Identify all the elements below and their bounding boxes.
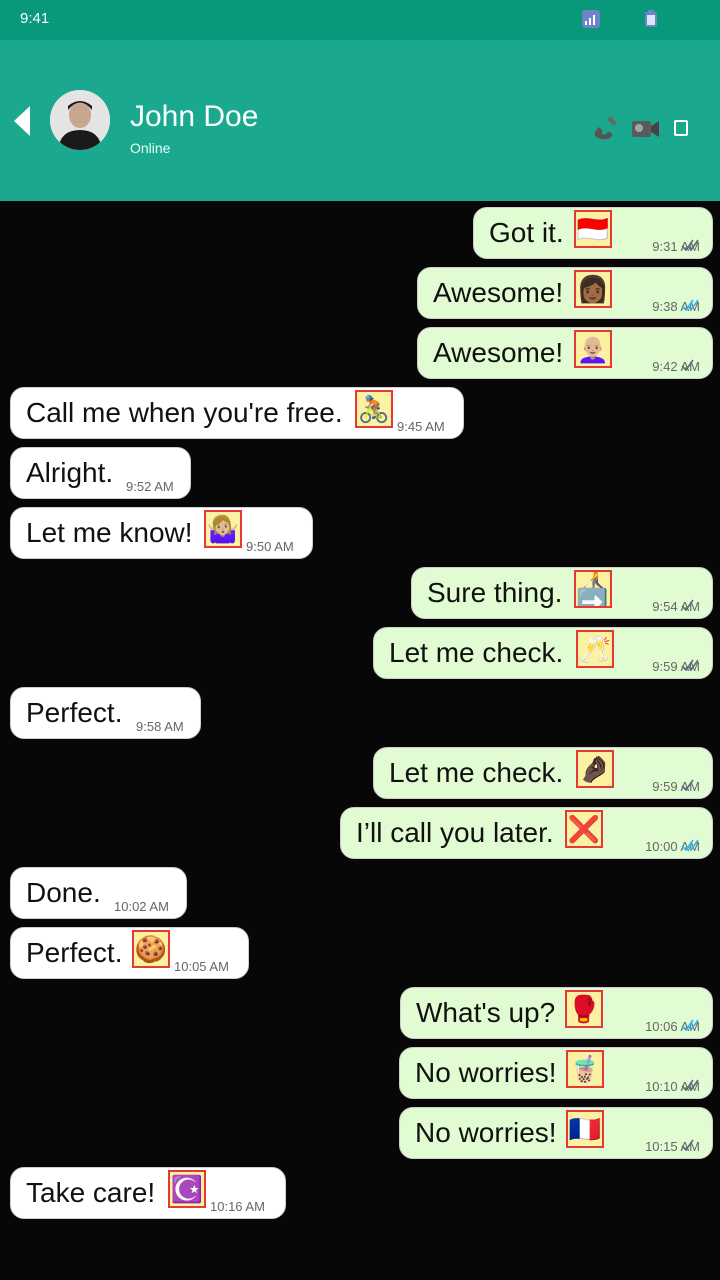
single-tick-icon	[681, 779, 694, 792]
message-text: Got it.	[489, 217, 564, 248]
read-ticks-icon	[681, 839, 699, 852]
incoming-message[interactable]: Take care! ☪️ 10:16 AM	[10, 1167, 286, 1219]
emoji-sticker[interactable]: 🍪	[132, 930, 170, 968]
incoming-message[interactable]: Perfect. 🍪 10:05 AM	[10, 927, 249, 979]
outgoing-message[interactable]: Sure thing. 🧑‍🦯➡️ 9:54 AM	[411, 567, 713, 619]
message-time: 9:52 AM	[126, 479, 174, 494]
message-time: 10:02 AM	[114, 899, 169, 914]
emoji-sticker[interactable]: 🧑‍🦯➡️	[574, 570, 612, 608]
incoming-message[interactable]: Done. 10:02 AM	[10, 867, 187, 919]
emoji-sticker[interactable]: 🇮🇩	[574, 210, 612, 248]
chat-area: Got it. 🇮🇩 9:31 AM Awesome! 👩🏾 9:38 AM Awesome…	[0, 201, 720, 1280]
outgoing-message[interactable]: Let me check. 🥂 9:59 AM	[373, 627, 713, 679]
emoji-sticker[interactable]: 🥂	[576, 630, 614, 668]
message-text: What's up?	[416, 997, 556, 1028]
message-text: Perfect.	[26, 697, 123, 728]
emoji-sticker[interactable]: 🥊	[565, 990, 603, 1028]
emoji-sticker[interactable]: 🚴🏽	[355, 390, 393, 428]
emoji-sticker[interactable]: ❌	[565, 810, 603, 848]
double-tick-icon	[681, 1079, 699, 1092]
single-tick-icon	[681, 359, 694, 372]
emoji-sticker[interactable]: ☪️	[168, 1170, 206, 1208]
message-text: I’ll call you later.	[356, 817, 554, 848]
contact-name[interactable]: John Doe	[130, 100, 258, 134]
outgoing-message[interactable]: Let me check. 🤌🏿 9:59 AM	[373, 747, 713, 799]
incoming-message[interactable]: Perfect. 9:58 AM	[10, 687, 201, 739]
message-text: Let me check.	[389, 637, 564, 668]
double-tick-icon	[681, 659, 699, 672]
message-text: Awesome!	[433, 277, 564, 308]
message-text: Let me check.	[389, 757, 564, 788]
emoji-sticker[interactable]: 👩🏼‍🦲	[574, 330, 612, 368]
menu-icon[interactable]	[674, 120, 688, 136]
message-time: 9:50 AM	[246, 539, 294, 554]
single-tick-icon	[681, 1139, 694, 1152]
emoji-sticker[interactable]: 🇫🇷	[566, 1110, 604, 1148]
emoji-sticker[interactable]: 🤌🏿	[576, 750, 614, 788]
message-text: Let me know!	[26, 517, 193, 548]
message-text: Done.	[26, 877, 101, 908]
double-tick-icon	[681, 239, 699, 252]
signal-icon	[582, 10, 600, 28]
incoming-message[interactable]: Alright. 9:52 AM	[10, 447, 191, 499]
contact-status: Online	[130, 140, 171, 156]
outgoing-message[interactable]: Awesome! 👩🏼‍🦲 9:42 AM	[417, 327, 713, 379]
emoji-sticker[interactable]: 🤷🏼‍♀️	[204, 510, 242, 548]
video-icon[interactable]	[630, 113, 660, 143]
outgoing-message[interactable]: Awesome! 👩🏾 9:38 AM	[417, 267, 713, 319]
read-ticks-icon	[681, 299, 699, 312]
message-text: Sure thing.	[427, 577, 563, 608]
read-ticks-icon	[681, 1019, 699, 1032]
battery-icon	[645, 10, 657, 27]
message-text: Take care!	[26, 1177, 156, 1208]
outgoing-message[interactable]: I’ll call you later. ❌ 10:00 AM	[340, 807, 713, 859]
outgoing-message[interactable]: What's up? 🥊 10:06 AM	[400, 987, 713, 1039]
message-time: 10:05 AM	[174, 959, 229, 974]
message-text: Call me when you're free.	[26, 397, 343, 428]
outgoing-message[interactable]: Got it. 🇮🇩 9:31 AM	[473, 207, 713, 259]
emoji-sticker[interactable]: 👩🏾	[574, 270, 612, 308]
outgoing-message[interactable]: No worries! 🇫🇷 10:15 AM	[399, 1107, 713, 1159]
avatar[interactable]	[50, 90, 110, 150]
incoming-message[interactable]: Let me know! 🤷🏼‍♀️ 9:50 AM	[10, 507, 313, 559]
status-time: 9:41	[20, 10, 50, 27]
message-text: No worries!	[415, 1057, 557, 1088]
message-time: 9:58 AM	[136, 719, 184, 734]
incoming-message[interactable]: Call me when you're free. 🚴🏽 9:45 AM	[10, 387, 464, 439]
emoji-sticker[interactable]: 🧋	[566, 1050, 604, 1088]
message-text: Awesome!	[433, 337, 564, 368]
status-bar: 9:41	[0, 0, 720, 40]
message-text: Perfect.	[26, 937, 123, 968]
message-text: No worries!	[415, 1117, 557, 1148]
back-arrow-icon[interactable]	[14, 106, 30, 136]
single-tick-icon	[681, 599, 694, 612]
message-text: Alright.	[26, 457, 114, 488]
chat-header: John Doe Online	[0, 40, 720, 201]
message-time: 10:16 AM	[210, 1199, 265, 1214]
person-photo-icon	[50, 90, 110, 150]
outgoing-message[interactable]: No worries! 🧋 10:10 AM	[399, 1047, 713, 1099]
call-icon[interactable]	[590, 113, 620, 143]
message-time: 9:45 AM	[397, 419, 445, 434]
